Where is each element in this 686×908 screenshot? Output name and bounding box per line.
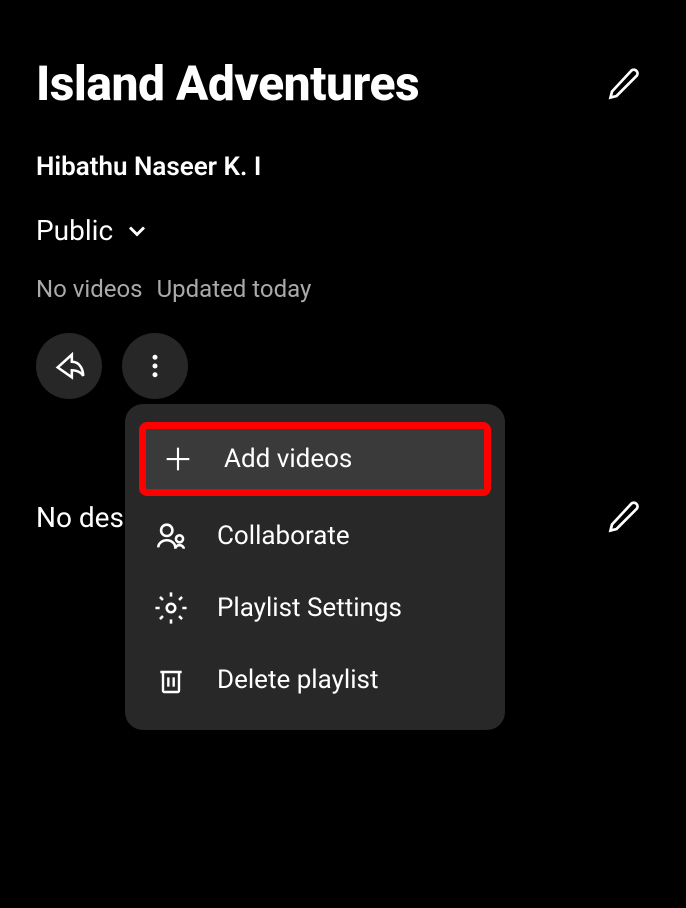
playlist-meta: No videos Updated today: [0, 247, 686, 303]
privacy-label: Public: [36, 214, 113, 247]
pencil-icon: [606, 499, 642, 535]
playlist-title: Island Adventures: [36, 55, 419, 112]
edit-title-button[interactable]: [598, 58, 650, 110]
pencil-icon: [606, 66, 642, 102]
more-vertical-icon: [140, 351, 170, 381]
menu-label: Playlist Settings: [217, 593, 402, 623]
edit-description-button[interactable]: [598, 491, 650, 543]
menu-label: Add videos: [224, 444, 352, 474]
more-options-button[interactable]: [122, 333, 188, 399]
menu-item-add-videos[interactable]: Add videos: [139, 422, 491, 496]
trash-icon: [153, 662, 189, 698]
updated-text: Updated today: [157, 275, 312, 303]
gear-icon: [153, 590, 189, 626]
menu-label: Delete playlist: [217, 665, 378, 695]
chevron-down-icon: [123, 217, 151, 245]
collaborate-icon: [153, 518, 189, 554]
description-text: No des: [36, 501, 124, 534]
plus-icon: [160, 441, 196, 477]
playlist-author: Hibathu Naseer K. I: [0, 112, 686, 182]
options-menu: Add videos Collaborate Playlist Settings: [125, 404, 505, 730]
privacy-dropdown[interactable]: Public: [0, 182, 686, 247]
menu-item-settings[interactable]: Playlist Settings: [125, 572, 505, 644]
share-button[interactable]: [36, 333, 102, 399]
menu-item-delete[interactable]: Delete playlist: [125, 644, 505, 716]
menu-item-collaborate[interactable]: Collaborate: [125, 500, 505, 572]
menu-label: Collaborate: [217, 521, 350, 551]
share-icon: [52, 349, 86, 383]
video-count: No videos: [36, 275, 143, 303]
